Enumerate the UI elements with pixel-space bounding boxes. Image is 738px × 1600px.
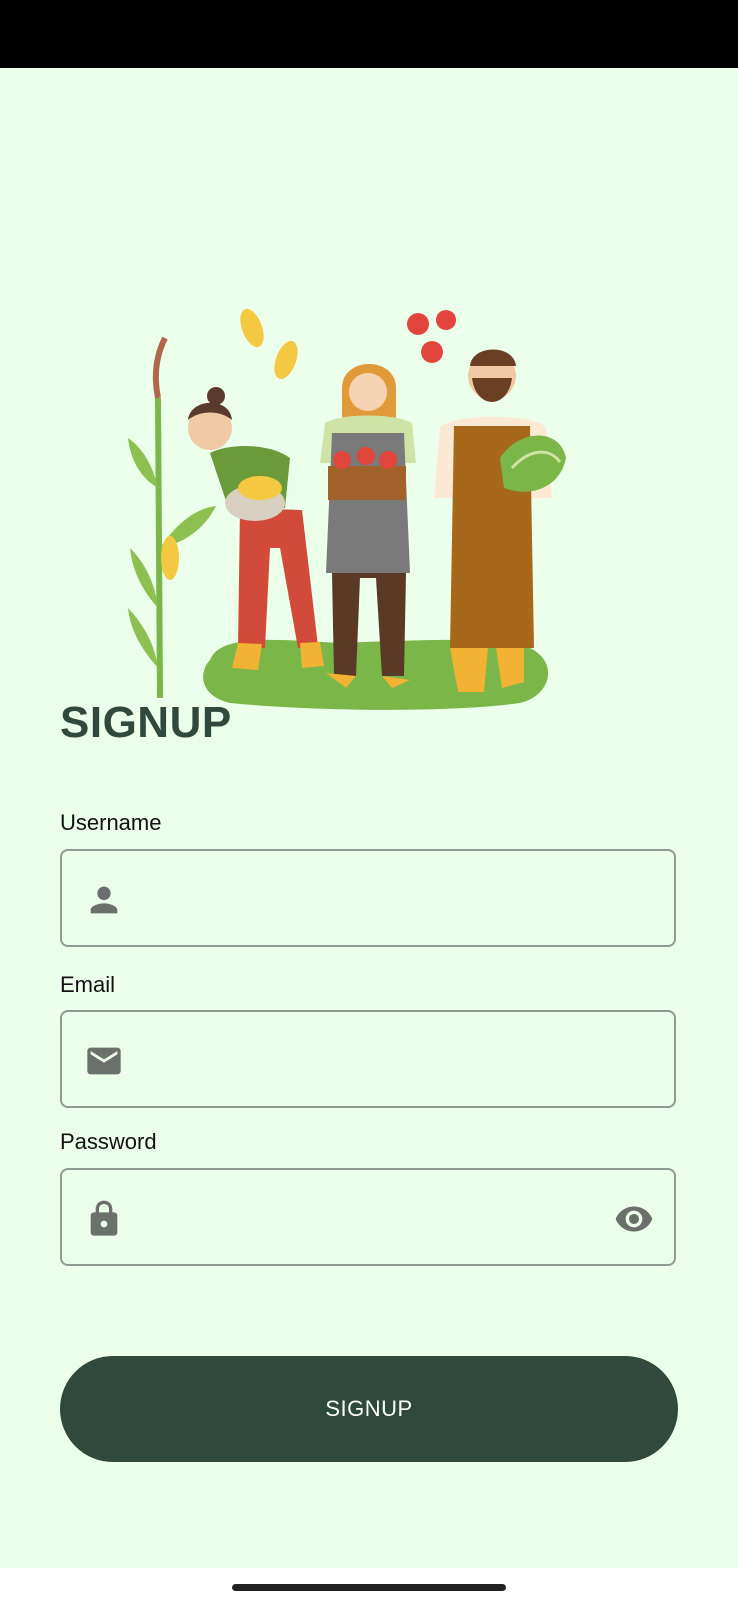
signup-button[interactable]: SIGNUP <box>60 1356 678 1462</box>
password-label: Password <box>60 1129 157 1154</box>
person-icon <box>90 886 118 914</box>
status-bar <box>0 0 738 68</box>
home-indicator[interactable] <box>232 1584 506 1591</box>
signup-screen: SIGNUP Username Email Password SIGNUP <box>0 68 738 1568</box>
eye-icon[interactable] <box>612 1199 656 1239</box>
email-input[interactable] <box>150 1012 594 1108</box>
username-input[interactable] <box>150 851 594 947</box>
farmers-illustration <box>128 308 566 710</box>
lock-icon <box>90 1200 118 1236</box>
username-label: Username <box>60 810 162 835</box>
page-title: SIGNUP <box>60 698 232 747</box>
password-input[interactable] <box>150 1170 594 1266</box>
password-field[interactable] <box>60 1168 676 1266</box>
email-label: Email <box>60 972 116 997</box>
username-field[interactable] <box>60 849 676 947</box>
email-field[interactable] <box>60 1010 676 1108</box>
mail-icon <box>87 1047 121 1075</box>
